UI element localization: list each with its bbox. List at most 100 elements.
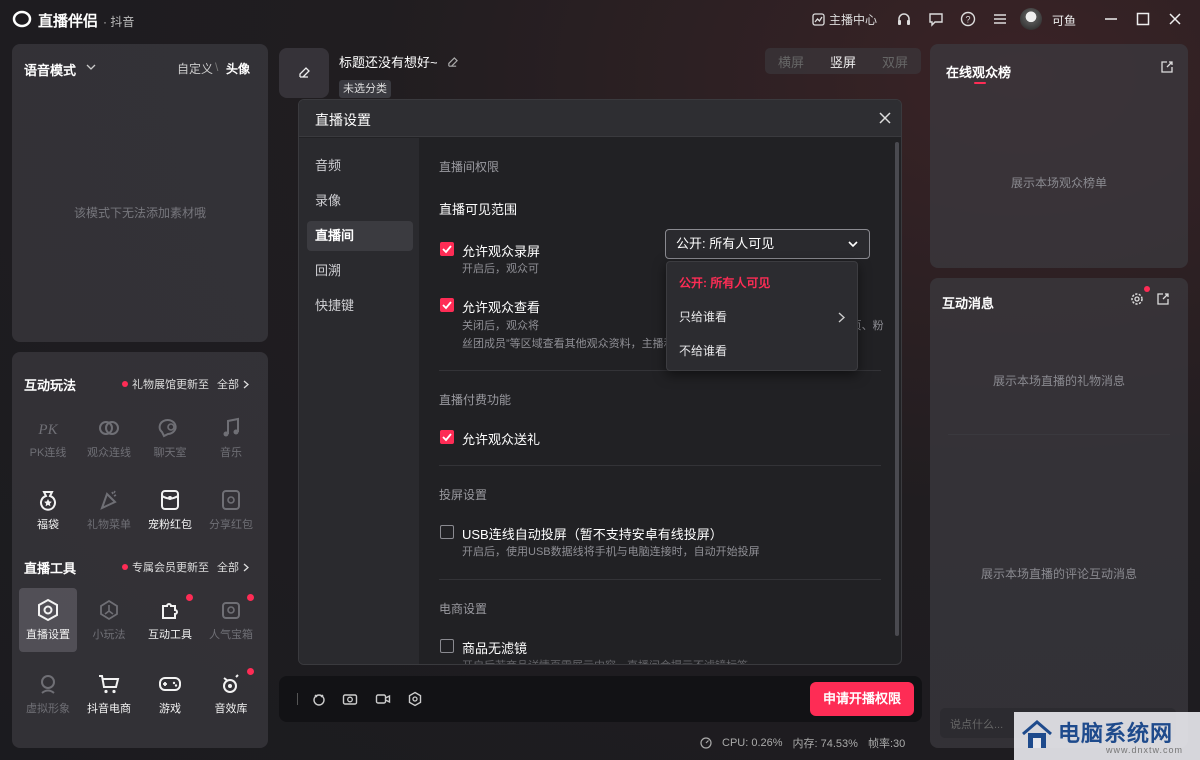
cover-edit-button[interactable] bbox=[279, 48, 329, 98]
voice-mode-title[interactable]: 语音模式 bbox=[24, 60, 76, 79]
performance-icon bbox=[700, 737, 712, 749]
comment-empty-hint: 展示本场直播的评论互动消息 bbox=[980, 567, 1137, 581]
nav-shortcuts[interactable]: 快捷键 bbox=[307, 291, 413, 321]
close-icon[interactable] bbox=[1167, 11, 1183, 27]
tool-gift-menu[interactable]: 礼物菜单 bbox=[80, 478, 138, 542]
visibility-label: 直播可见范围 bbox=[439, 202, 518, 217]
usb-cast-label: USB连线自动投屏（暂不支持安卓有线投屏） bbox=[462, 527, 723, 542]
permission-section-title: 直播间权限 bbox=[439, 160, 500, 174]
tool-sound-fx[interactable]: 音效库 bbox=[202, 662, 260, 726]
option-hide-from[interactable]: 不给谁看 bbox=[667, 334, 859, 368]
dialog-title: 直播设置 bbox=[315, 112, 371, 128]
close-icon[interactable] bbox=[877, 110, 893, 126]
tool-label: 直播设置 bbox=[26, 629, 70, 641]
rank-title: 在线观众榜 bbox=[946, 65, 1012, 80]
tool-music[interactable]: 音乐 bbox=[202, 406, 260, 470]
tool-live-settings[interactable]: 直播设置 bbox=[19, 588, 77, 652]
live-tools-update-note[interactable]: 专属会员更新至 全部 bbox=[122, 559, 249, 575]
nav-replay[interactable]: 回溯 bbox=[307, 256, 413, 286]
live-title-row[interactable]: 标题还没有想好~ bbox=[339, 52, 459, 71]
update-dot bbox=[122, 381, 128, 387]
orientation-landscape[interactable]: 横屏 bbox=[778, 52, 804, 71]
popout-icon[interactable] bbox=[1156, 292, 1170, 306]
video-icon[interactable] bbox=[375, 691, 391, 707]
tool-mini-game[interactable]: 小玩法 bbox=[80, 588, 138, 652]
edit-title-icon[interactable] bbox=[447, 57, 459, 68]
no-filter-checkbox[interactable] bbox=[440, 639, 454, 653]
cpu-stat: CPU: 0.26% bbox=[722, 737, 783, 749]
gift-empty-hint: 展示本场直播的礼物消息 bbox=[992, 374, 1125, 388]
visibility-select[interactable]: 公开: 所有人可见 bbox=[665, 229, 870, 259]
settings-scrollbar[interactable] bbox=[895, 142, 899, 636]
camera-icon[interactable] bbox=[342, 691, 358, 707]
tool-label: 音效库 bbox=[214, 703, 248, 715]
option-public[interactable]: 公开: 所有人可见 bbox=[667, 266, 859, 300]
tool-label: 小玩法 bbox=[92, 629, 126, 641]
allow-gift-checkbox[interactable] bbox=[440, 430, 454, 444]
tool-pk[interactable]: PK PK连线 bbox=[19, 406, 77, 470]
tool-treasure[interactable]: 人气宝箱 bbox=[202, 588, 260, 652]
anchor-center-link[interactable]: 主播中心 bbox=[812, 11, 877, 28]
chevron-right-icon bbox=[838, 312, 845, 323]
minimize-icon[interactable] bbox=[1103, 11, 1119, 27]
gamepad-icon bbox=[159, 677, 181, 691]
red-packet-icon bbox=[161, 490, 179, 510]
menu-icon[interactable] bbox=[992, 11, 1008, 27]
tool-lucky-bag[interactable]: 福袋 bbox=[19, 478, 77, 542]
orientation-dual[interactable]: 双屏 bbox=[882, 52, 908, 71]
avatar-tab[interactable]: 头像 bbox=[226, 60, 250, 77]
tool-label: PK连线 bbox=[29, 447, 67, 459]
visibility-select-value: 公开: 所有人可见 bbox=[676, 236, 775, 251]
tool-chat-room[interactable]: 聊天室 bbox=[141, 406, 199, 470]
tool-fan-red-packet[interactable]: 宠粉红包 bbox=[141, 478, 199, 542]
category-tag[interactable]: 未选分类 bbox=[339, 80, 391, 98]
orientation-portrait[interactable]: 竖屏 bbox=[830, 52, 856, 71]
live-tools-all-link[interactable]: 全部 bbox=[217, 559, 239, 575]
allow-view-profile-checkbox[interactable] bbox=[440, 298, 454, 312]
gift-menu-icon bbox=[100, 490, 117, 510]
settings-icon[interactable] bbox=[407, 691, 423, 707]
nav-recording[interactable]: 录像 bbox=[307, 186, 413, 216]
update-dot bbox=[122, 564, 128, 570]
message-icon[interactable] bbox=[928, 11, 944, 27]
help-icon[interactable]: ? bbox=[960, 11, 976, 27]
tool-games[interactable]: 游戏 bbox=[141, 662, 199, 726]
tool-audience-link[interactable]: 观众连线 bbox=[80, 406, 138, 470]
chevron-right-icon bbox=[243, 380, 249, 388]
option-only-show-to[interactable]: 只给谁看 bbox=[667, 300, 859, 334]
new-badge bbox=[247, 594, 254, 601]
tool-ecommerce[interactable]: 抖音电商 bbox=[80, 662, 138, 726]
custom-tab[interactable]: 自定义 bbox=[177, 60, 213, 77]
beauty-icon[interactable] bbox=[311, 691, 327, 707]
interactive-update-note[interactable]: 礼物展馆更新至 全部 bbox=[122, 376, 249, 392]
maximize-icon[interactable] bbox=[1135, 11, 1151, 27]
popout-icon[interactable] bbox=[1160, 60, 1174, 74]
tool-virtual-avatar[interactable]: 虚拟形象 bbox=[19, 662, 77, 726]
apply-live-permission-button[interactable]: 申请开播权限 bbox=[810, 682, 914, 716]
nav-audio[interactable]: 音频 bbox=[307, 151, 413, 181]
tool-share-red-packet[interactable]: 分享红包 bbox=[202, 478, 260, 542]
paid-section-title: 直播付费功能 bbox=[439, 393, 512, 407]
title-bar: 直播伴侣 · 抖音 主播中心 ? 可鱼 bbox=[0, 0, 1200, 38]
tool-label: 音乐 bbox=[220, 447, 242, 459]
nav-live-room[interactable]: 直播间 bbox=[307, 221, 413, 251]
interactive-all-link[interactable]: 全部 bbox=[217, 376, 239, 392]
gear-icon[interactable] bbox=[1130, 292, 1144, 306]
audience-rank-panel: 在线观众榜 展示本场观众榜单 bbox=[930, 44, 1188, 268]
chevron-down-icon[interactable] bbox=[86, 63, 96, 71]
usb-cast-checkbox[interactable] bbox=[440, 525, 454, 539]
allow-view-profile-desc: 关闭后，观众将 bbox=[462, 320, 539, 332]
visibility-dropdown: 公开: 所有人可见 只给谁看 不给谁看 bbox=[666, 261, 858, 371]
sound-fx-icon bbox=[223, 674, 239, 693]
settings-hex-icon bbox=[38, 598, 58, 622]
tool-interactive-tools[interactable]: 互动工具 bbox=[141, 588, 199, 652]
memory-stat: 内存: 74.53% bbox=[792, 738, 858, 750]
live-tools-section-title: 直播工具 bbox=[24, 561, 77, 576]
tools-panel: 互动玩法 礼物展馆更新至 全部 PK PK连线 观众连线 聊天室 音乐 福袋 礼… bbox=[12, 352, 268, 748]
treasure-icon bbox=[222, 602, 240, 619]
avatar[interactable] bbox=[1020, 8, 1042, 30]
tool-label: 宠粉红包 bbox=[148, 519, 192, 531]
user-name[interactable]: 可鱼 bbox=[1052, 12, 1076, 29]
headset-icon[interactable] bbox=[896, 11, 912, 27]
allow-recording-checkbox[interactable] bbox=[440, 242, 454, 256]
